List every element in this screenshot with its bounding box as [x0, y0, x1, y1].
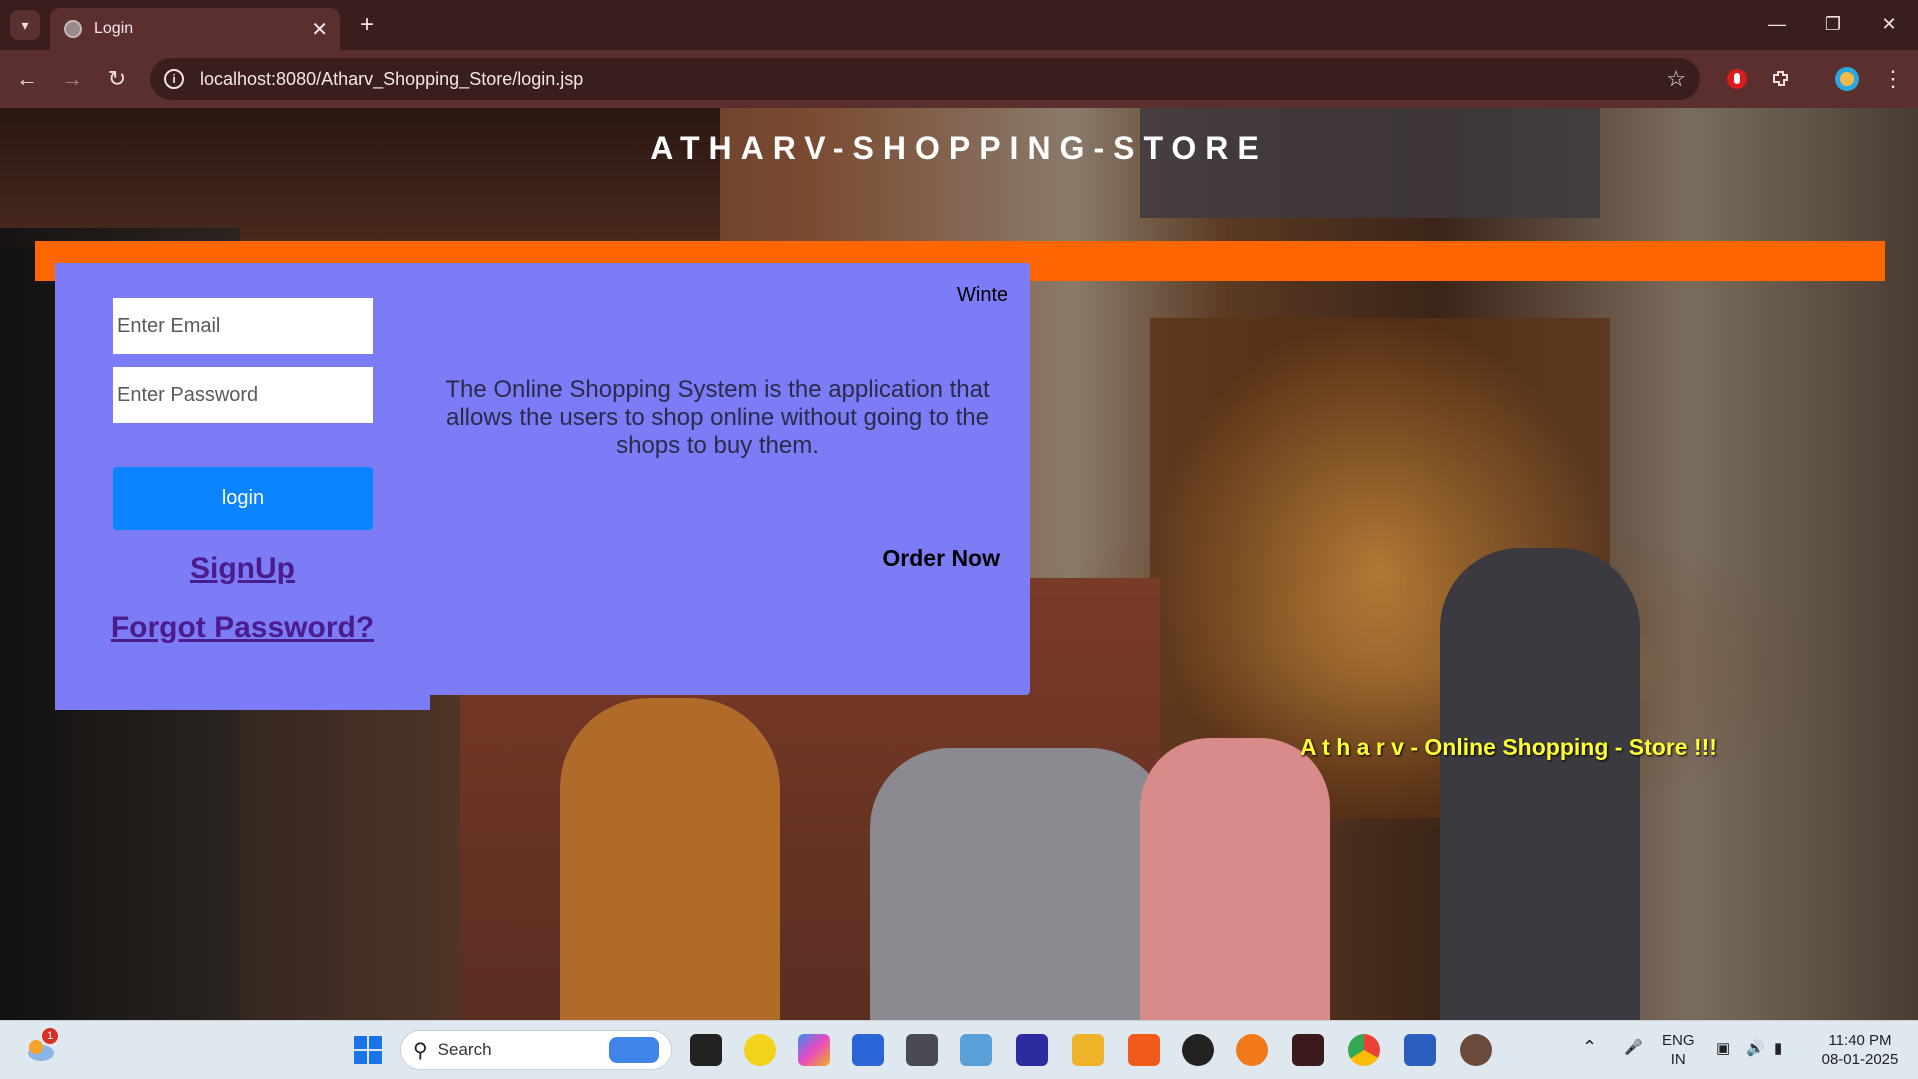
clock-date: 08-01-2025 — [1821, 1051, 1899, 1068]
app-window-icon[interactable] — [960, 1034, 992, 1066]
reload-icon[interactable]: ↻ — [100, 62, 134, 96]
search-icon: ⚲ — [413, 1039, 428, 1062]
search-label: Search — [437, 1040, 492, 1059]
weather-badge: 1 — [42, 1028, 58, 1044]
app-cube-icon[interactable] — [906, 1034, 938, 1066]
background-storefront — [0, 108, 720, 248]
site-title: ATHARV-SHOPPING-STORE — [650, 130, 1268, 166]
browser-toolbar: ← → ↻ i localhost:8080/Atharv_Shopping_S… — [0, 50, 1918, 108]
show-hidden-icons-chevron-icon[interactable]: ⌃ — [1582, 1038, 1597, 1057]
network-icon[interactable]: ▣ — [1716, 1039, 1730, 1058]
login-button[interactable]: login — [113, 467, 373, 530]
browser-menu-icon[interactable]: ⋮ — [1878, 64, 1908, 94]
language-indicator[interactable]: ENG IN — [1662, 1031, 1695, 1069]
minimize-icon[interactable]: — — [1752, 8, 1802, 40]
clock[interactable]: 11:40 PM 08-01-2025 — [1812, 1031, 1908, 1069]
tab-close-icon[interactable]: ✕ — [311, 17, 328, 42]
site-info-icon[interactable]: i — [164, 69, 184, 89]
close-window-icon[interactable]: ✕ — [1864, 8, 1914, 40]
extensions-puzzle-icon[interactable] — [1766, 64, 1796, 94]
new-tab-plus-icon[interactable]: + — [352, 10, 382, 40]
browser-tab[interactable]: Login ✕ — [50, 8, 340, 50]
marquee-text: Winte — [957, 284, 1007, 306]
profile-avatar-icon[interactable] — [1832, 64, 1862, 94]
order-now-link[interactable]: Order Now — [860, 545, 1000, 572]
taskbar: 1 ⚲ Search ⌃ 🎤 ENG IN ▣ 🔊 ▮ 11:40 PM 08-… — [0, 1020, 1918, 1079]
microphone-icon[interactable]: 🎤 — [1624, 1038, 1643, 1057]
signup-link[interactable]: SignUp — [55, 552, 430, 586]
extension-shield-icon[interactable] — [1722, 64, 1752, 94]
forward-arrow-icon[interactable]: → — [55, 62, 89, 96]
language-code: ENG — [1662, 1032, 1695, 1049]
app-code-icon[interactable] — [1016, 1034, 1048, 1066]
page-viewport: ATHARV-SHOPPING-STORE login SignUp Forgo… — [0, 108, 1918, 1020]
copilot-icon[interactable] — [798, 1034, 830, 1066]
background-person-dark — [1440, 548, 1640, 1020]
forgot-password-link[interactable]: Forgot Password? — [55, 611, 430, 645]
restore-icon[interactable]: ❐ — [1808, 8, 1858, 40]
address-bar[interactable]: i localhost:8080/Atharv_Shopping_Store/l… — [150, 58, 1700, 100]
search-highlight-icon — [609, 1037, 659, 1063]
tab-title: Login — [94, 20, 134, 37]
taskbar-search[interactable]: ⚲ Search — [400, 1030, 672, 1070]
background-person-pink — [1140, 738, 1330, 1020]
chrome-icon[interactable] — [1348, 1034, 1380, 1066]
back-arrow-icon[interactable]: ← — [10, 62, 44, 96]
brave-browser-icon[interactable] — [1128, 1034, 1160, 1066]
github-icon[interactable] — [1182, 1034, 1214, 1066]
store-tagline: A t h a r v - Online Shopping - Store !!… — [1300, 734, 1717, 760]
background-children — [870, 748, 1170, 1020]
weather-icon[interactable]: 1 — [24, 1028, 58, 1063]
globe-icon — [64, 20, 82, 38]
word-icon[interactable] — [1404, 1034, 1436, 1066]
windows-start-icon[interactable] — [352, 1034, 384, 1066]
background-person-coat — [560, 698, 780, 1020]
language-region: IN — [1670, 1051, 1686, 1068]
firefox-icon[interactable] — [1236, 1034, 1268, 1066]
url-text[interactable]: localhost:8080/Atharv_Shopping_Store/log… — [200, 69, 1666, 90]
clock-time: 11:40 PM — [1828, 1032, 1892, 1049]
store-description: The Online Shopping System is the applic… — [445, 376, 990, 459]
volume-icon[interactable]: 🔊 — [1746, 1039, 1765, 1058]
battery-icon[interactable]: ▮ — [1774, 1039, 1782, 1058]
bookmark-star-icon[interactable]: ☆ — [1666, 66, 1686, 92]
email-field[interactable] — [113, 298, 373, 354]
tab-search-chevron-icon[interactable]: ▾ — [10, 10, 40, 40]
file-explorer-icon[interactable] — [1072, 1034, 1104, 1066]
password-field[interactable] — [113, 367, 373, 423]
widgets-icon[interactable] — [744, 1034, 776, 1066]
browser-titlebar: ▾ Login ✕ + — ❐ ✕ — [0, 0, 1918, 50]
app-round-icon[interactable] — [1460, 1034, 1492, 1066]
task-view-icon[interactable] — [690, 1034, 722, 1066]
app-dark-icon[interactable] — [1292, 1034, 1324, 1066]
microsoft-store-icon[interactable] — [852, 1034, 884, 1066]
